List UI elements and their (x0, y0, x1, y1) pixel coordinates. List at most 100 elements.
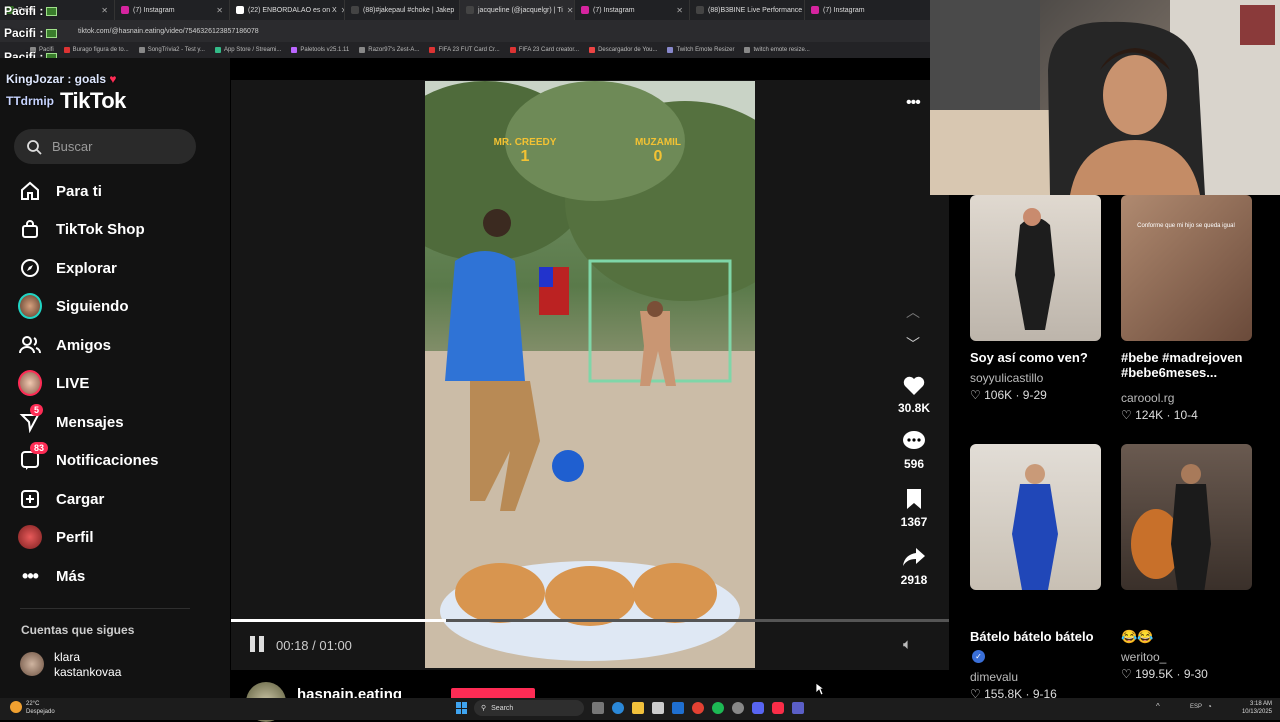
bookmark[interactable]: Descargador de You... (589, 47, 657, 53)
friends-icon (18, 333, 42, 357)
bookmark[interactable]: Razor97's Zest-A... (359, 47, 419, 53)
video-thumbnail[interactable] (970, 444, 1101, 590)
taskbar-search[interactable]: ⚲ Search (474, 700, 584, 716)
sidebar-item-amigos[interactable]: Amigos (18, 330, 218, 360)
video-scene-image (425, 81, 755, 668)
file-explorer-icon[interactable] (632, 702, 644, 714)
tiktok-logo[interactable]: TikTok (60, 88, 126, 114)
edge-icon[interactable] (612, 702, 624, 714)
pause-icon[interactable] (250, 636, 266, 654)
messages-icon: 5 (18, 404, 44, 434)
bookmark[interactable]: Burago figura de to... (63, 47, 129, 53)
instagram-favicon-icon (581, 6, 589, 14)
video-thumbnail[interactable]: Conforme que mi hijo se queda igual (1121, 195, 1252, 341)
discord-icon[interactable] (752, 702, 764, 714)
scoreboard-left: MR. CREEDY 1 (493, 137, 557, 165)
video-author[interactable]: weritoo_ (1121, 650, 1166, 664)
sidebar-item-para-ti[interactable]: Para ti (18, 176, 218, 206)
weather-widget[interactable]: 22°C Despejado (26, 700, 55, 716)
spotify-icon[interactable] (712, 702, 724, 714)
sidebar-item-mensajes[interactable]: 5 Mensajes (18, 404, 218, 437)
video-author[interactable]: caroool.rg (1121, 391, 1174, 405)
address-bar[interactable]: tiktok.com/@hasnain.eating/video/7546326… (0, 20, 930, 42)
sidebar-item-explorar[interactable]: Explorar (18, 253, 218, 283)
video-author[interactable]: dimevalu (970, 670, 1018, 684)
system-tray-chevron-icon[interactable]: ^ (1156, 702, 1160, 711)
video-thumbnail[interactable] (970, 195, 1101, 341)
sidebar-item-live[interactable]: LIVE (18, 368, 218, 398)
teams-icon[interactable] (792, 702, 804, 714)
sidebar-item-notificaciones[interactable]: 83 Notificaciones (18, 442, 218, 475)
bookmark[interactable]: Twitch Emote Resizer (667, 47, 734, 53)
following-avatar-icon (18, 293, 42, 319)
share-button[interactable]: 2918 (889, 546, 939, 587)
bookmark[interactable]: App Store / Streami... (214, 47, 281, 53)
close-tab-icon[interactable]: ✕ (676, 6, 683, 15)
sidebar-item-perfil[interactable]: Perfil (18, 522, 218, 552)
browser-tab[interactable]: (7) Instagram (805, 0, 920, 20)
comment-icon (903, 431, 925, 449)
comment-button[interactable]: 596 (889, 430, 939, 471)
close-tab-icon[interactable]: ✕ (567, 6, 574, 15)
browser-tab[interactable]: (88)B3BINE Live Performance✕ (690, 0, 805, 20)
shop-icon (18, 217, 42, 241)
bookmarks-bar: Pacifi Burago figura de to... SongTrivia… (0, 42, 930, 58)
task-view-icon[interactable] (592, 702, 604, 714)
music-icon[interactable] (772, 702, 784, 714)
thumbnail-caption: Conforme que mi hijo se queda igual (1137, 223, 1235, 229)
video-title[interactable]: #bebe #madrejoven #bebe6meses... (1121, 350, 1261, 380)
like-count: 30.8K (897, 401, 931, 415)
store-icon[interactable] (652, 702, 664, 714)
bookmark[interactable]: twitch emote resize... (744, 47, 810, 53)
language-indicator[interactable]: ESP (1190, 704, 1202, 710)
instagram-favicon-icon (811, 6, 819, 14)
sidebar-item-siguiendo[interactable]: Siguiendo (18, 291, 218, 321)
weather-icon[interactable] (10, 701, 22, 713)
browser-tab[interactable]: (88)#jakepaul #choke | Jakep✕ (345, 0, 460, 20)
chevron-down-icon[interactable]: ﹀ (906, 334, 920, 354)
following-account-avatar[interactable] (20, 652, 44, 676)
video-title[interactable]: Bátelo bátelo bátelo (970, 629, 1120, 644)
browser-tab-active[interactable]: jacqueline (@jacquelgr) | Ti ✕ (460, 0, 575, 20)
sidebar-item-cargar[interactable]: Cargar (18, 484, 218, 514)
url-text[interactable]: tiktok.com/@hasnain.eating/video/7546326… (78, 28, 259, 35)
save-button[interactable]: 1367 (889, 488, 939, 529)
taskbar-clock[interactable]: 3:18 AM 10/13/2025 (1236, 700, 1272, 716)
profile-icon (18, 525, 42, 549)
instagram-favicon-icon (121, 6, 129, 14)
windows-start-icon[interactable] (456, 702, 468, 714)
search-input[interactable]: Buscar (14, 129, 196, 164)
video-frame[interactable]: MR. CREEDY 1 MUZAMIL 0 (425, 81, 755, 668)
video-author[interactable]: soyyulicastillo (970, 371, 1043, 385)
like-button[interactable]: 30.8K (889, 374, 939, 415)
mail-icon[interactable] (672, 702, 684, 714)
bookmark[interactable]: FIFA 23 Card creator... (509, 47, 579, 53)
heart-outline-icon: ♡ (1121, 408, 1136, 422)
video-title[interactable]: 😂😂 (1121, 629, 1271, 645)
browser-tab[interactable]: (7) Instagram ✕ (575, 0, 690, 20)
video-thumbnail[interactable] (1121, 444, 1252, 590)
more-options-icon[interactable]: ••• (906, 94, 921, 112)
close-tab-icon[interactable]: ✕ (216, 6, 223, 15)
bookmark[interactable]: Paletools v25.1.11 (291, 47, 349, 53)
bookmark[interactable]: SongTrivia2 - Test y... (138, 47, 205, 53)
upload-icon (18, 487, 42, 511)
following-account[interactable]: klara kastankovaa (54, 650, 121, 680)
chevron-up-icon[interactable]: ︿ (906, 302, 920, 322)
chrome-icon[interactable] (692, 702, 704, 714)
network-icon[interactable]: ◔ (1207, 702, 1212, 711)
video-time: 00:18 / 01:00 (276, 638, 352, 653)
browser-tab[interactable]: (22) ENBORDALAO es on X✕ (230, 0, 345, 20)
volume-icon[interactable]: 🔈︎ (903, 636, 912, 653)
tiktok-favicon-icon (351, 6, 359, 14)
video-title[interactable]: Soy así como ven? (970, 350, 1120, 365)
settings-icon[interactable] (732, 702, 744, 714)
close-tab-icon[interactable]: ✕ (101, 6, 108, 15)
video-stats: ♡ 199.5K · 9-30 (1121, 667, 1208, 681)
sidebar-item-mas[interactable]: ••• Más (18, 561, 218, 591)
search-placeholder: Buscar (52, 139, 93, 154)
sidebar-item-tiktok-shop[interactable]: TikTok Shop (18, 214, 218, 244)
stream-overlay-line: Pacifi : (4, 26, 58, 40)
browser-tab[interactable]: (7) Instagram ✕ (115, 0, 230, 20)
bookmark[interactable]: FIFA 23 FUT Card Cr... (429, 47, 500, 53)
